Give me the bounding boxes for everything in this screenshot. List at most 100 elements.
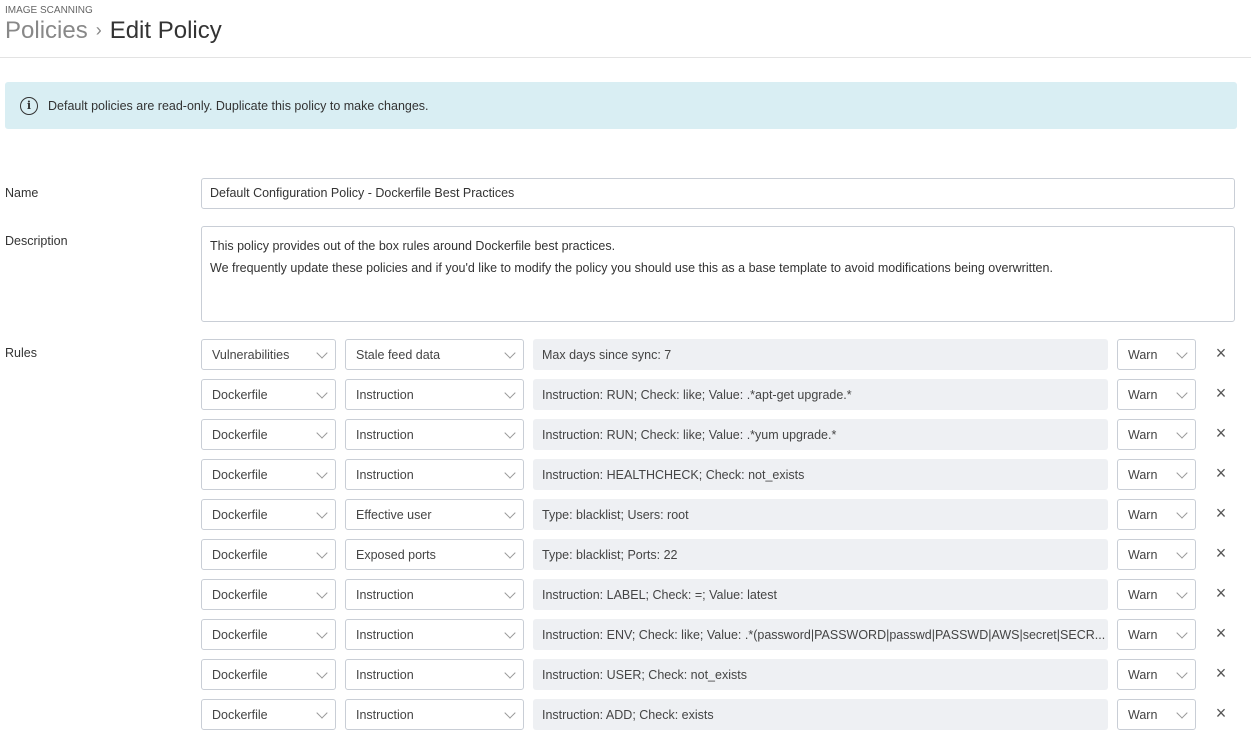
rule-trigger-value: Instruction: [356, 708, 414, 722]
rule-gate-select[interactable]: Dockerfile: [201, 579, 336, 610]
chevron-down-icon: [504, 587, 515, 598]
rule-gate-select[interactable]: Dockerfile: [201, 499, 336, 530]
chevron-down-icon: [504, 707, 515, 718]
description-textarea[interactable]: This policy provides out of the box rule…: [201, 226, 1235, 322]
remove-rule-icon[interactable]: ×: [1213, 383, 1229, 404]
rule-gate-select[interactable]: Dockerfile: [201, 539, 336, 570]
chevron-down-icon: [504, 427, 515, 438]
chevron-down-icon: [316, 387, 327, 398]
rule-trigger-value: Exposed ports: [356, 548, 436, 562]
rule-trigger-select[interactable]: Effective user: [345, 499, 524, 530]
rule-gate-value: Dockerfile: [212, 548, 268, 562]
chevron-down-icon: [1176, 467, 1187, 478]
rule-gate-select[interactable]: Vulnerabilities: [201, 339, 336, 370]
name-input[interactable]: Default Configuration Policy - Dockerfil…: [201, 178, 1235, 209]
rule-action-value: Warn: [1128, 508, 1157, 522]
rule-action-value: Warn: [1128, 668, 1157, 682]
alert-text: Default policies are read-only. Duplicat…: [48, 99, 429, 113]
chevron-down-icon: [316, 707, 327, 718]
rule-trigger-value: Instruction: [356, 628, 414, 642]
rule-action-select[interactable]: Warn: [1117, 659, 1196, 690]
remove-rule-icon[interactable]: ×: [1213, 583, 1229, 604]
rule-trigger-value: Effective user: [356, 508, 432, 522]
rule-action-value: Warn: [1128, 708, 1157, 722]
rule-gate-select[interactable]: Dockerfile: [201, 699, 336, 730]
rule-params-field[interactable]: Instruction: ENV; Check: like; Value: .*…: [533, 619, 1108, 650]
remove-rule-icon[interactable]: ×: [1213, 543, 1229, 564]
chevron-down-icon: [316, 467, 327, 478]
section-label: IMAGE SCANNING: [5, 5, 93, 16]
remove-rule-icon[interactable]: ×: [1213, 703, 1229, 724]
chevron-down-icon: [316, 547, 327, 558]
rule-action-select[interactable]: Warn: [1117, 499, 1196, 530]
rule-trigger-value: Instruction: [356, 388, 414, 402]
page-title: Edit Policy: [110, 17, 222, 44]
rule-action-select[interactable]: Warn: [1117, 579, 1196, 610]
rule-gate-select[interactable]: Dockerfile: [201, 459, 336, 490]
rule-params-field[interactable]: Max days since sync: 7: [533, 339, 1108, 370]
rule-params-field[interactable]: Instruction: HEALTHCHECK; Check: not_exi…: [533, 459, 1108, 490]
chevron-down-icon: [316, 507, 327, 518]
rule-action-value: Warn: [1128, 548, 1157, 562]
chevron-down-icon: [316, 627, 327, 638]
rule-trigger-select[interactable]: Instruction: [345, 419, 524, 450]
rule-params-field[interactable]: Instruction: LABEL; Check: =; Value: lat…: [533, 579, 1108, 610]
info-icon: i: [20, 97, 38, 115]
rule-trigger-select[interactable]: Instruction: [345, 379, 524, 410]
rule-trigger-value: Instruction: [356, 428, 414, 442]
rule-gate-select[interactable]: Dockerfile: [201, 659, 336, 690]
rule-gate-select[interactable]: Dockerfile: [201, 619, 336, 650]
rule-params-field[interactable]: Instruction: USER; Check: not_exists: [533, 659, 1108, 690]
rule-trigger-select[interactable]: Instruction: [345, 459, 524, 490]
remove-rule-icon[interactable]: ×: [1213, 623, 1229, 644]
rule-action-select[interactable]: Warn: [1117, 539, 1196, 570]
chevron-down-icon: [1176, 387, 1187, 398]
rule-trigger-select[interactable]: Instruction: [345, 579, 524, 610]
read-only-alert: i Default policies are read-only. Duplic…: [5, 82, 1237, 129]
rule-gate-value: Dockerfile: [212, 708, 268, 722]
rule-action-select[interactable]: Warn: [1117, 339, 1196, 370]
rule-action-select[interactable]: Warn: [1117, 699, 1196, 730]
rule-action-select[interactable]: Warn: [1117, 419, 1196, 450]
rule-trigger-select[interactable]: Instruction: [345, 659, 524, 690]
rule-action-value: Warn: [1128, 348, 1157, 362]
rule-action-select[interactable]: Warn: [1117, 379, 1196, 410]
chevron-down-icon: [316, 667, 327, 678]
rule-trigger-select[interactable]: Instruction: [345, 699, 524, 730]
rule-trigger-value: Instruction: [356, 588, 414, 602]
rule-trigger-select[interactable]: Exposed ports: [345, 539, 524, 570]
rule-action-value: Warn: [1128, 428, 1157, 442]
chevron-down-icon: [504, 387, 515, 398]
rule-trigger-select[interactable]: Instruction: [345, 619, 524, 650]
rule-gate-value: Dockerfile: [212, 428, 268, 442]
rule-action-value: Warn: [1128, 588, 1157, 602]
chevron-down-icon: [1176, 587, 1187, 598]
chevron-down-icon: [1176, 707, 1187, 718]
remove-rule-icon[interactable]: ×: [1213, 423, 1229, 444]
rule-gate-select[interactable]: Dockerfile: [201, 419, 336, 450]
rule-gate-value: Vulnerabilities: [212, 348, 289, 362]
chevron-down-icon: [316, 587, 327, 598]
breadcrumb-policies-link[interactable]: Policies: [5, 17, 88, 44]
header-divider: [0, 57, 1251, 58]
rule-params-field[interactable]: Type: blacklist; Ports: 22: [533, 539, 1108, 570]
rule-action-value: Warn: [1128, 628, 1157, 642]
remove-rule-icon[interactable]: ×: [1213, 463, 1229, 484]
chevron-down-icon: [504, 467, 515, 478]
rule-gate-select[interactable]: Dockerfile: [201, 379, 336, 410]
rule-trigger-value: Instruction: [356, 468, 414, 482]
rule-gate-value: Dockerfile: [212, 668, 268, 682]
rule-action-select[interactable]: Warn: [1117, 619, 1196, 650]
chevron-down-icon: [1176, 347, 1187, 358]
rule-params-field[interactable]: Instruction: RUN; Check: like; Value: .*…: [533, 419, 1108, 450]
rule-params-field[interactable]: Instruction: ADD; Check: exists: [533, 699, 1108, 730]
rule-params-field[interactable]: Type: blacklist; Users: root: [533, 499, 1108, 530]
rule-action-select[interactable]: Warn: [1117, 459, 1196, 490]
rule-trigger-select[interactable]: Stale feed data: [345, 339, 524, 370]
chevron-right-icon: ›: [96, 20, 102, 40]
remove-rule-icon[interactable]: ×: [1213, 343, 1229, 364]
remove-rule-icon[interactable]: ×: [1213, 663, 1229, 684]
remove-rule-icon[interactable]: ×: [1213, 503, 1229, 524]
rule-params-field[interactable]: Instruction: RUN; Check: like; Value: .*…: [533, 379, 1108, 410]
chevron-down-icon: [504, 547, 515, 558]
